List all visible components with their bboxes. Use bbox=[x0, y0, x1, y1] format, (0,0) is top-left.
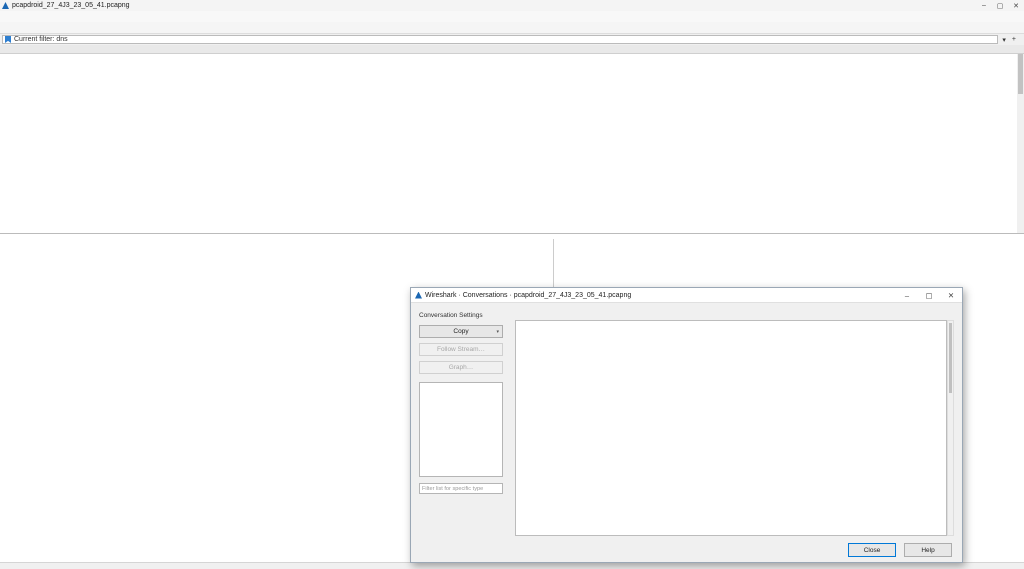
dialog-maximize-button[interactable]: ▢ bbox=[918, 291, 940, 300]
wireshark-logo-icon bbox=[2, 2, 9, 9]
filter-text: Current filter: dns bbox=[14, 36, 68, 43]
packet-list-scrollbar[interactable] bbox=[1017, 54, 1024, 233]
conversations-dialog: Wireshark · Conversations · pcapdroid_27… bbox=[410, 287, 963, 563]
dialog-close-action-button[interactable]: Close bbox=[848, 543, 896, 557]
conversation-tabs bbox=[635, 308, 954, 320]
window-title: pcapdroid_27_4J3_23_05_41.pcapng bbox=[12, 2, 130, 9]
dialog-titlebar: Wireshark · Conversations · pcapdroid_27… bbox=[411, 288, 962, 303]
filter-bar: Current filter: dns ▾ + bbox=[0, 34, 1024, 45]
packet-list bbox=[0, 45, 1024, 233]
type-filter-input[interactable]: Filter list for specific type bbox=[419, 483, 503, 494]
packet-list-header bbox=[0, 45, 1024, 54]
wireshark-logo-icon bbox=[415, 292, 422, 299]
display-filter-input[interactable]: Current filter: dns bbox=[2, 35, 998, 44]
dialog-title: Wireshark · Conversations · pcapdroid_27… bbox=[425, 292, 631, 299]
conversations-scrollbar[interactable] bbox=[947, 320, 954, 536]
minimize-button[interactable]: – bbox=[976, 2, 992, 10]
copy-caret-icon: ▾ bbox=[496, 326, 499, 338]
maximize-button[interactable]: ▢ bbox=[992, 2, 1008, 10]
protocol-list bbox=[419, 382, 503, 477]
dialog-close-button[interactable]: ✕ bbox=[940, 291, 962, 300]
filter-add-button[interactable]: + bbox=[1010, 36, 1018, 43]
follow-stream-button[interactable]: Follow Stream… bbox=[419, 343, 503, 356]
menu-bar bbox=[0, 11, 1024, 22]
conversation-settings-panel: Conversation Settings Copy▾ Follow Strea… bbox=[419, 312, 511, 538]
conversations-table-wrap bbox=[515, 320, 947, 536]
toolbar bbox=[0, 22, 1024, 34]
dialog-minimize-button[interactable]: – bbox=[896, 291, 918, 300]
status-bar bbox=[0, 562, 1024, 569]
conversations-table-area bbox=[515, 308, 954, 536]
settings-label: Conversation Settings bbox=[419, 312, 511, 319]
titlebar: pcapdroid_27_4J3_23_05_41.pcapng – ▢ ✕ bbox=[0, 0, 1024, 11]
close-button[interactable]: ✕ bbox=[1008, 2, 1024, 10]
copy-button[interactable]: Copy▾ bbox=[419, 325, 503, 338]
filter-bookmark-icon[interactable] bbox=[5, 36, 11, 43]
graph-button[interactable]: Graph… bbox=[419, 361, 503, 374]
filter-dropdown-icon[interactable]: ▾ bbox=[1002, 36, 1006, 44]
dialog-help-button[interactable]: Help bbox=[904, 543, 952, 557]
